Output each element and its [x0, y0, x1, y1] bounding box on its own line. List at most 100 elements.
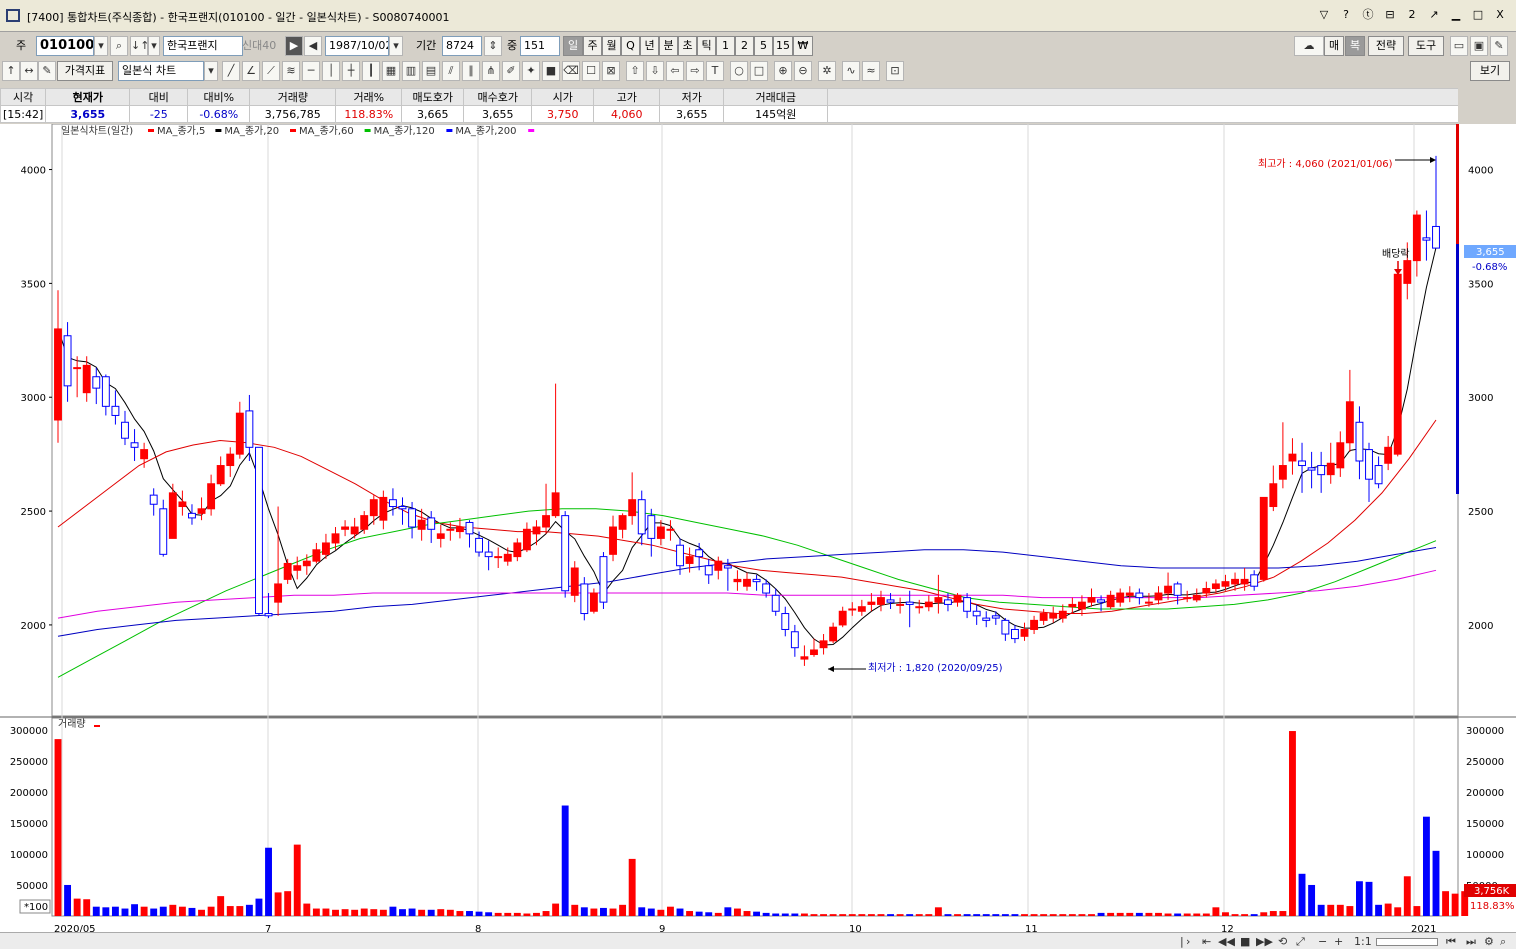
chevron-down-icon[interactable]: ▾: [148, 36, 160, 56]
multi-mode-button[interactable]: 복: [1345, 36, 1365, 56]
trendline-icon[interactable]: ╱: [222, 61, 240, 81]
fit-icon[interactable]: ⤢: [1296, 934, 1305, 949]
price-volume-chart[interactable]: 2020/05 7 8 9 10 11 12 2021 4000 4000 3500 3500 3000…: [0, 123, 1516, 935]
minimize-button[interactable]: ▁: [1448, 8, 1464, 22]
last-page-icon[interactable]: ⏭: [1466, 934, 1476, 949]
tab-weekly[interactable]: 주: [583, 36, 602, 56]
date-input[interactable]: 1987/10/02: [325, 36, 389, 56]
tab-tick[interactable]: 틱: [697, 36, 716, 56]
cross-line-icon[interactable]: ┼: [342, 61, 360, 81]
chart-area[interactable]: 2020/05 7 8 9 10 11 12 2021 4000 4000 3500 3500 3000…: [0, 123, 1516, 940]
fast-forward-icon[interactable]: ▶▶: [1256, 934, 1273, 949]
edit-icon[interactable]: ✎: [38, 61, 56, 81]
sort-icon[interactable]: ↓↑: [130, 36, 148, 56]
step-back-icon[interactable]: ⇤: [1202, 934, 1211, 949]
fan-line-icon[interactable]: ≋: [282, 61, 300, 81]
filter-icon[interactable]: ▽: [1316, 8, 1332, 22]
arrow-left-icon[interactable]: ⇦: [666, 61, 684, 81]
tab-second[interactable]: 초: [678, 36, 697, 56]
collapse-icon[interactable]: ↑: [2, 61, 20, 81]
scroll-first-icon[interactable]: |: [1180, 934, 1184, 949]
magic-icon[interactable]: ✦: [522, 61, 540, 81]
search-icon[interactable]: ⌕: [110, 36, 128, 56]
tab-interval-1[interactable]: 1: [716, 36, 735, 56]
strategy-button[interactable]: 전략: [1368, 36, 1404, 56]
wave-icon[interactable]: ∿: [842, 61, 860, 81]
gann-box-icon[interactable]: ▤: [422, 61, 440, 81]
first-page-icon[interactable]: ⏮: [1446, 934, 1456, 949]
tab-interval-5[interactable]: 5: [754, 36, 773, 56]
help-icon[interactable]: ?: [1338, 8, 1354, 22]
plus-icon[interactable]: +: [1334, 934, 1343, 949]
zoom-slider[interactable]: [1376, 938, 1438, 946]
maximize-button[interactable]: □: [1470, 8, 1486, 22]
chart-type-select[interactable]: 일본식 차트: [118, 61, 204, 81]
cloud-icon[interactable]: ☁: [1294, 36, 1324, 56]
parallel-icon[interactable]: ∥: [462, 61, 480, 81]
view-button[interactable]: 보기: [1470, 61, 1510, 81]
zoom-input[interactable]: 151: [520, 36, 560, 56]
zoom-icon[interactable]: ⌕: [1500, 934, 1506, 949]
scroll-right-icon[interactable]: ›: [1186, 934, 1190, 949]
close-button[interactable]: X: [1492, 8, 1508, 22]
vertical-line-icon[interactable]: │: [322, 61, 340, 81]
wrench-icon[interactable]: ✎: [1490, 36, 1508, 56]
period-lines-icon[interactable]: ┃: [362, 61, 380, 81]
fibonacci-time-icon[interactable]: ▥: [402, 61, 420, 81]
grid-lines-icon[interactable]: ▦: [382, 61, 400, 81]
single-mode-button[interactable]: 매: [1324, 36, 1344, 56]
scroll-arrows-icon[interactable]: ⇕: [484, 36, 502, 56]
tab-minute[interactable]: 분: [659, 36, 678, 56]
tools-button[interactable]: 도구: [1408, 36, 1444, 56]
angle-line-icon[interactable]: ∠: [242, 61, 260, 81]
period-input[interactable]: 8724: [442, 36, 482, 56]
settings-icon[interactable]: ✲: [818, 61, 836, 81]
stop-icon[interactable]: ■: [1240, 934, 1250, 949]
expand-horizontal-icon[interactable]: ↔: [20, 61, 38, 81]
popout-icon[interactable]: ↗: [1426, 8, 1442, 22]
x-tick-label: 2021: [1411, 924, 1436, 932]
screen-number-icon[interactable]: 2: [1404, 8, 1420, 22]
tab-yearly[interactable]: 년: [640, 36, 659, 56]
arrow-up-icon[interactable]: ⇧: [626, 61, 644, 81]
minus-icon[interactable]: −: [1318, 934, 1327, 949]
tooltip-icon[interactable]: ⓣ: [1360, 8, 1376, 22]
pencil-icon[interactable]: ✐: [502, 61, 520, 81]
link-icon[interactable]: ⊟: [1382, 8, 1398, 22]
tab-interval-2[interactable]: 2: [735, 36, 754, 56]
eraser-icon[interactable]: ⌫: [562, 61, 580, 81]
play-back-icon[interactable]: ◀: [304, 36, 322, 56]
tab-daily[interactable]: 일: [563, 36, 583, 56]
horizontal-line-icon[interactable]: ─: [302, 61, 320, 81]
text-icon[interactable]: T: [706, 61, 724, 81]
rectangle-icon[interactable]: □: [750, 61, 768, 81]
tab-interval-15[interactable]: 15: [773, 36, 793, 56]
chevron-down-icon[interactable]: ▾: [94, 36, 108, 56]
channel-icon[interactable]: ⫽: [442, 61, 460, 81]
zoom-out-icon[interactable]: ⊖: [794, 61, 812, 81]
arrow-right-icon[interactable]: ⇨: [686, 61, 704, 81]
wave-pattern-icon[interactable]: ≈: [862, 61, 880, 81]
chevron-down-icon[interactable]: ▾: [204, 61, 218, 81]
note-icon[interactable]: ☐: [582, 61, 600, 81]
replay-icon[interactable]: ⟲: [1278, 934, 1287, 949]
folder-icon[interactable]: ▭: [1450, 36, 1468, 56]
delete-all-icon[interactable]: ⊠: [602, 61, 620, 81]
settings-icon[interactable]: ⚙: [1484, 934, 1494, 949]
price-indicator-button[interactable]: 가격지표: [57, 61, 113, 81]
ray-line-icon[interactable]: ⟋: [262, 61, 280, 81]
circle-icon[interactable]: ○: [730, 61, 748, 81]
stock-code-input[interactable]: 010100: [36, 36, 94, 56]
tab-monthly[interactable]: 월: [602, 36, 621, 56]
tab-quarterly[interactable]: Q: [621, 36, 640, 56]
pitchfork-icon[interactable]: ⋔: [482, 61, 500, 81]
clear-icon[interactable]: ⊡: [886, 61, 904, 81]
save-icon[interactable]: ▣: [1470, 36, 1488, 56]
zoom-in-icon[interactable]: ⊕: [774, 61, 792, 81]
color-box-icon[interactable]: ■: [542, 61, 560, 81]
calendar-dropdown-icon[interactable]: ▾: [389, 36, 403, 56]
arrow-down-icon[interactable]: ⇩: [646, 61, 664, 81]
rewind-icon[interactable]: ◀◀: [1218, 934, 1235, 949]
play-forward-icon[interactable]: ▶: [285, 36, 303, 56]
tab-currency[interactable]: ₩: [793, 36, 813, 56]
